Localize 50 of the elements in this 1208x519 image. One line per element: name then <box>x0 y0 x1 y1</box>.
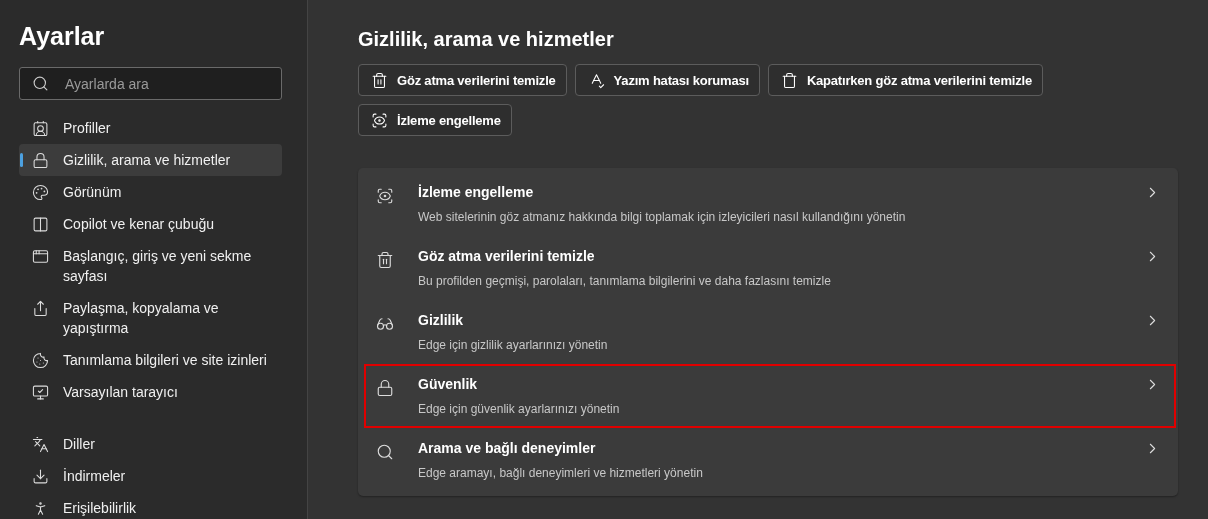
setting-title: Gizlilik <box>418 312 465 328</box>
share-icon <box>32 300 49 317</box>
quick-action-button[interactable]: İzleme engelleme <box>358 104 512 136</box>
setting-title: Güvenlik <box>418 376 479 392</box>
page-title: Gizlilik, arama ve hizmetler <box>358 28 615 51</box>
setting-title: Arama ve bağlı deneyimler <box>418 440 597 456</box>
download-icon <box>32 468 49 485</box>
trash-icon <box>371 71 388 89</box>
selection-indicator <box>20 153 23 167</box>
profile-icon <box>32 120 49 137</box>
setting-description: Bu profilden geçmişi, parolaları, tanımlama bilgilerini ve daha fazlasını temizle <box>418 274 832 288</box>
quick-action-button[interactable]: Göz atma verilerini temizle <box>358 64 567 96</box>
search-icon <box>32 75 49 92</box>
lock-icon <box>32 152 49 169</box>
nav-item[interactable]: Görünüm <box>19 176 282 208</box>
nav-item[interactable]: Tanımlama bilgileri ve site izinleri <box>19 344 282 376</box>
nav-item[interactable]: Copilot ve kenar çubuğu <box>19 208 282 240</box>
nav-item[interactable]: Erişilebilirlik <box>19 492 282 519</box>
setting-description: Web sitelerinin göz atmanız hakkında bilgi toplamak için izleyicileri nasıl kullandığını yönetin <box>418 210 907 224</box>
nav-item[interactable]: Başlangıç, giriş ve yeni sekme sayfası <box>19 240 282 292</box>
search-field[interactable]: Ayarlarda ara <box>19 67 282 100</box>
quick-action-button[interactable]: Yazım hatası koruması <box>574 64 760 96</box>
setting-row[interactable]: İzleme engelleme Web sitelerinin göz atmanız hakkında bilgi toplamak için izleyicileri nasıl kullandığını yönetin <box>364 172 1176 236</box>
setting-description: Edge için gizlilik ayarlarınızı yönetin <box>418 338 609 352</box>
nav-item[interactable]: Varsayılan tarayıcı <box>19 376 282 408</box>
nav-item[interactable]: Gizlilik, arama ve hizmetler <box>19 144 282 176</box>
setting-title: İzleme engelleme <box>418 184 535 200</box>
nav-item[interactable]: Diller <box>19 428 282 460</box>
nav-item[interactable]: Profiller <box>19 112 282 144</box>
lock-icon <box>376 379 394 397</box>
nav-item[interactable]: İndirmeler <box>19 460 282 492</box>
trash-icon <box>376 251 394 269</box>
setting-title: Göz atma verilerini temizle <box>418 248 596 264</box>
nav-item[interactable]: Paylaşma, kopyalama ve yapıştırma <box>19 292 282 344</box>
quick-action-button[interactable]: Kapatırken göz atma verilerini temizle <box>767 64 1043 96</box>
cookie-icon <box>32 352 49 369</box>
setting-row[interactable]: Göz atma verilerini temizle Bu profilden geçmişi, parolaları, tanımlama bilgilerini ve daha fazlasını temizle <box>364 236 1176 300</box>
glasses-icon <box>376 315 394 333</box>
search-icon <box>376 443 394 461</box>
setting-row[interactable]: Gizlilik Edge için gizlilik ayarlarınızı yönetin <box>364 300 1176 364</box>
setting-row[interactable]: Arama ve bağlı deneyimler Edge aramayı, bağlı deneyimleri ve hizmetleri yönetin <box>364 428 1176 492</box>
palette-icon <box>32 184 49 201</box>
setting-description: Edge aramayı, bağlı deneyimleri ve hizmetleri yönetin <box>418 466 704 480</box>
sidebar-title: Ayarlar <box>19 22 106 51</box>
window-icon <box>32 248 49 265</box>
setting-description: Edge için güvenlik ayarlarınızı yönetin <box>418 402 621 416</box>
panel-icon <box>32 216 49 233</box>
highlighted-setting-row[interactable]: Güvenlik Edge için güvenlik ayarlarınızı yönetin <box>364 364 1176 428</box>
language-icon <box>32 436 49 453</box>
trash-icon <box>780 71 798 89</box>
